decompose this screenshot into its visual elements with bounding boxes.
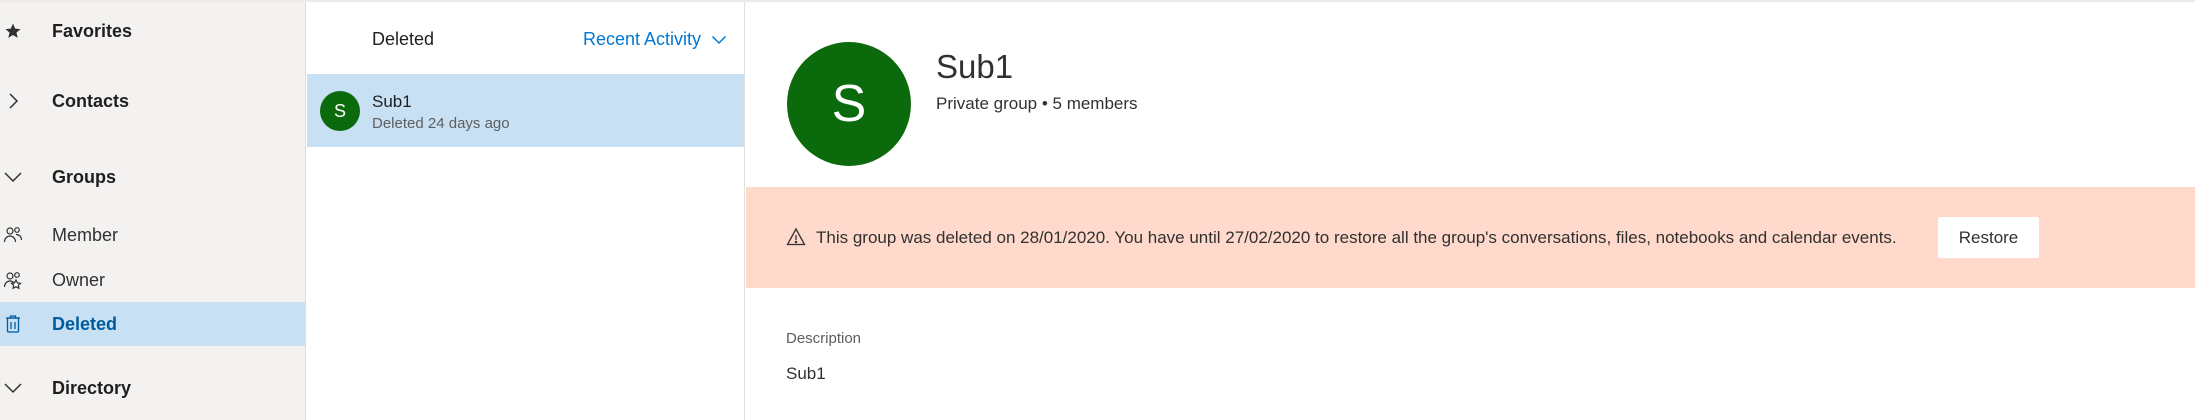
- trash-icon: [2, 313, 24, 335]
- description-value: Sub1: [786, 364, 826, 383]
- chevron-down-icon: [2, 166, 24, 188]
- people-icon: [2, 224, 24, 246]
- banner-message: This group was deleted on 28/01/2020. Yo…: [816, 228, 1897, 247]
- group-meta: Private group • 5 members: [936, 94, 1138, 113]
- nav-label: Deleted: [52, 313, 118, 334]
- list-item[interactable]: S Sub1 Deleted 24 days ago: [307, 74, 744, 147]
- restore-button[interactable]: Restore: [1938, 217, 2039, 258]
- group-list-pane: Deleted Recent Activity S Sub1 Deleted 2…: [307, 2, 745, 420]
- nav-item-deleted[interactable]: Deleted: [0, 302, 305, 346]
- deleted-time: Deleted 24 days ago: [372, 115, 510, 132]
- description-label: Description: [786, 330, 862, 347]
- list-title: Deleted: [372, 29, 435, 49]
- nav-item-directory[interactable]: Directory: [0, 371, 305, 405]
- people-owner-icon: [2, 269, 24, 291]
- group-title: Sub1: [936, 48, 1014, 85]
- people-app: Favorites Contacts Groups Member Owner D…: [0, 0, 2195, 420]
- group-avatar: S: [787, 42, 911, 166]
- nav-label: Member: [52, 224, 119, 245]
- group-detail-pane: S Sub1 Private group • 5 members This gr…: [746, 2, 2195, 420]
- chevron-down-icon: [2, 377, 24, 399]
- sort-label: Recent Activity: [582, 29, 701, 49]
- group-name: Sub1: [372, 92, 412, 111]
- nav-item-member[interactable]: Member: [0, 219, 305, 251]
- nav-label: Favorites: [52, 20, 133, 41]
- chevron-down-icon: [711, 29, 727, 50]
- chevron-right-icon: [2, 90, 24, 112]
- nav-item-favorites[interactable]: Favorites: [0, 16, 305, 46]
- nav-label: Owner: [52, 269, 106, 290]
- sort-dropdown[interactable]: Recent Activity: [583, 29, 727, 50]
- nav-item-groups[interactable]: Groups: [0, 160, 305, 194]
- deleted-warning-banner: This group was deleted on 28/01/2020. Yo…: [746, 187, 2195, 288]
- avatar: S: [320, 91, 360, 131]
- nav-label: Contacts: [52, 90, 130, 111]
- list-header: Deleted Recent Activity: [307, 2, 745, 72]
- nav-item-owner[interactable]: Owner: [0, 264, 305, 296]
- nav-label: Directory: [52, 377, 132, 398]
- left-nav: Favorites Contacts Groups Member Owner D…: [0, 2, 306, 420]
- nav-item-contacts[interactable]: Contacts: [0, 84, 305, 118]
- nav-label: Groups: [52, 166, 117, 187]
- warning-icon: [786, 227, 806, 247]
- star-icon: [2, 20, 24, 42]
